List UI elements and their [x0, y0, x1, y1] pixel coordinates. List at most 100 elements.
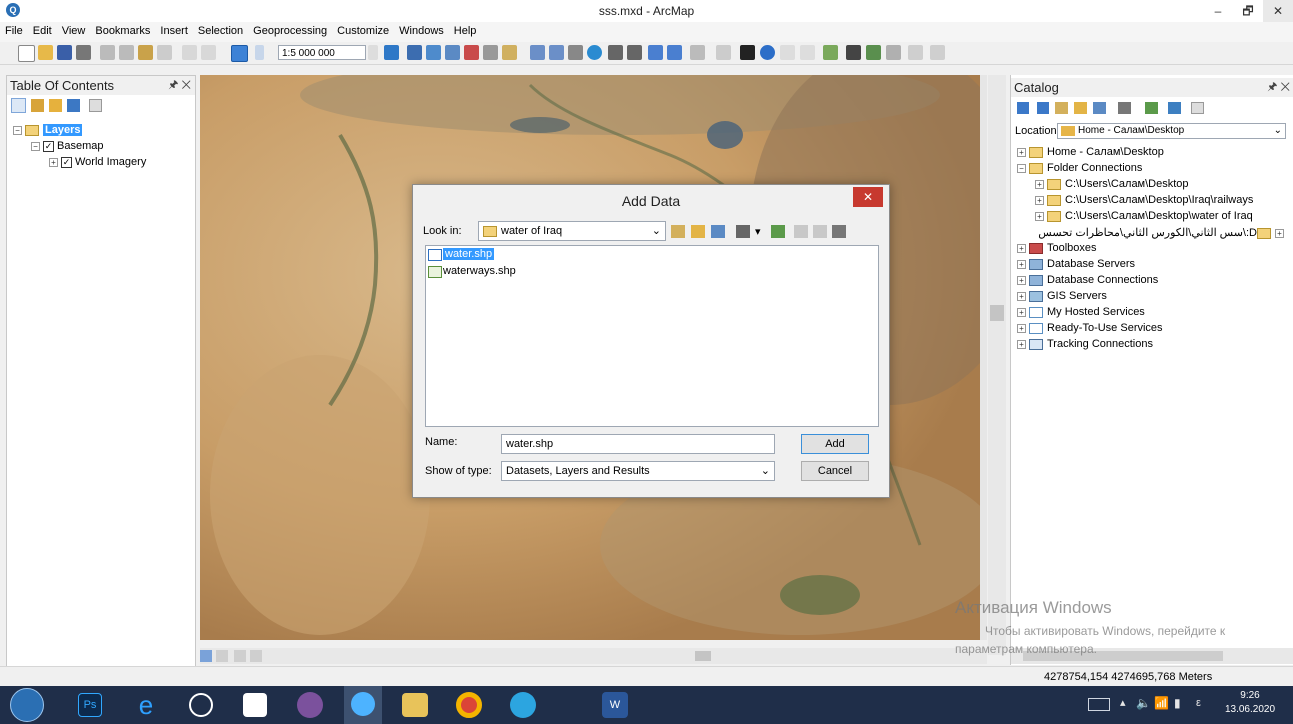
hyperlink-icon[interactable] — [780, 45, 795, 60]
fixed-zoom-in-icon[interactable] — [608, 45, 623, 60]
catalog-item-gis-servers[interactable]: + GIS Servers — [1017, 290, 1107, 302]
clear-selection-icon[interactable] — [716, 45, 731, 60]
list-by-source-icon[interactable] — [31, 99, 44, 112]
battery-icon[interactable]: ▮ — [1174, 696, 1181, 710]
identify-icon[interactable] — [760, 45, 775, 60]
input-language[interactable]: ε — [1196, 697, 1201, 709]
menu-bookmarks[interactable]: Bookmarks — [90, 22, 155, 37]
connect-database-icon[interactable] — [813, 225, 827, 238]
catalog-item-water-of-iraq[interactable]: + C:\Users\Салам\Desktop\water of Iraq — [1035, 210, 1253, 222]
minimize-button[interactable]: – — [1203, 0, 1233, 22]
catalog-item-tracking-connections[interactable]: + Tracking Connections — [1017, 338, 1153, 350]
copy-icon[interactable] — [119, 45, 134, 60]
up-one-level-icon[interactable] — [1055, 102, 1068, 114]
view-dropdown-icon[interactable]: ▾ — [755, 225, 763, 238]
catalog-item-d-drive[interactable]: +D:\سس الثاني\الكورس الثاني\محاظرات تحسس — [1011, 226, 1287, 239]
find-icon[interactable] — [846, 45, 861, 60]
file-list[interactable]: water.shp waterways.shp — [425, 245, 879, 427]
map-scale-input[interactable]: 1:5 000 000 — [278, 45, 366, 60]
map-vertical-scrollbar[interactable] — [980, 75, 987, 640]
options-icon[interactable] — [1191, 102, 1204, 114]
catalog-item-my-hosted-services[interactable]: + My Hosted Services — [1017, 306, 1145, 318]
cancel-button[interactable]: Cancel — [801, 461, 869, 481]
look-in-select[interactable]: water of Iraq ⌄ — [478, 221, 666, 241]
add-gis-server-icon[interactable] — [832, 225, 846, 238]
data-view-icon[interactable] — [200, 650, 212, 662]
view-options-icon[interactable] — [736, 225, 750, 238]
full-extent-icon[interactable] — [587, 45, 602, 60]
list-item[interactable]: waterways.shp — [428, 265, 516, 278]
pause-drawing-icon[interactable] — [250, 650, 262, 662]
menu-geoprocessing[interactable]: Geoprocessing — [248, 22, 332, 37]
catalog-item-ready-to-use-services[interactable]: + Ready-To-Use Services — [1017, 322, 1163, 334]
world-imagery-checkbox[interactable]: ✓ — [61, 156, 72, 168]
connect-to-folder-icon[interactable] — [711, 225, 725, 238]
horizontal-scrollbar-thumb[interactable] — [695, 651, 711, 661]
select-features-icon[interactable] — [690, 45, 705, 60]
world-imagery-node[interactable]: + ✓ World Imagery — [49, 156, 146, 168]
measure-icon[interactable] — [823, 45, 838, 60]
arcmap-taskbar-icon[interactable] — [344, 686, 382, 724]
file-explorer-icon[interactable] — [402, 693, 428, 717]
menu-edit[interactable]: Edit — [28, 22, 57, 37]
forward-extent-icon[interactable] — [667, 45, 682, 60]
list-by-drawing-order-icon[interactable] — [11, 98, 26, 113]
toc-pin-close[interactable]: 🖈 ✕ — [168, 76, 191, 95]
zoom-in-icon[interactable] — [530, 45, 545, 60]
telegram-icon[interactable] — [510, 692, 536, 718]
html-popup-icon[interactable] — [800, 45, 815, 60]
back-extent-icon[interactable] — [648, 45, 663, 60]
scale-dropdown-icon[interactable] — [368, 45, 378, 60]
editor-toolbar-icon[interactable] — [384, 45, 399, 60]
find-route-icon[interactable] — [866, 45, 881, 60]
connect-folder-icon[interactable] — [1093, 102, 1106, 114]
paste-icon[interactable] — [138, 45, 153, 60]
add-data-dropdown-icon[interactable] — [255, 45, 264, 60]
start-button[interactable] — [10, 688, 44, 722]
menu-help[interactable]: Help — [449, 22, 482, 37]
name-input[interactable]: water.shp — [501, 434, 775, 454]
catalog-item-folder-connections[interactable]: − Folder Connections — [1017, 162, 1142, 174]
close-button[interactable]: ✕ — [1263, 0, 1293, 22]
show-of-type-select[interactable]: Datasets, Layers and Results ⌄ — [501, 461, 775, 481]
back-icon[interactable] — [1017, 102, 1029, 114]
list-item[interactable]: water.shp — [428, 248, 495, 261]
catalog-item-database-connections[interactable]: + Database Connections — [1017, 274, 1158, 286]
clock-date[interactable]: 13.06.2020 — [1220, 704, 1280, 715]
catalog-item-toolboxes[interactable]: + Toolboxes — [1017, 242, 1097, 254]
photoshop-icon[interactable]: Ps — [78, 693, 102, 717]
table-of-contents-icon[interactable] — [407, 45, 422, 60]
list-by-selection-icon[interactable] — [67, 99, 80, 112]
menu-view[interactable]: View — [57, 22, 91, 37]
delete-icon[interactable] — [157, 45, 172, 60]
store-icon[interactable] — [243, 693, 267, 717]
toggle-contents-icon[interactable] — [1168, 102, 1181, 114]
media-player-icon[interactable] — [189, 693, 213, 717]
layout-view-icon[interactable] — [216, 650, 228, 662]
internet-explorer-icon[interactable]: e — [133, 692, 159, 718]
views-icon[interactable] — [1118, 102, 1131, 114]
arctoolbox-icon[interactable] — [464, 45, 479, 60]
time-slider-icon[interactable] — [908, 45, 923, 60]
save-icon[interactable] — [57, 45, 72, 60]
catalog-item-database-servers[interactable]: + Database Servers — [1017, 258, 1135, 270]
collapse-icon[interactable]: − — [31, 141, 40, 151]
go-to-xy-icon[interactable] — [886, 45, 901, 60]
menu-selection[interactable]: Selection — [193, 22, 248, 37]
word-icon[interactable]: W — [602, 692, 628, 718]
clock-time[interactable]: 9:26 — [1225, 690, 1275, 701]
chrome-icon[interactable] — [456, 692, 482, 718]
menu-customize[interactable]: Customize — [332, 22, 394, 37]
catalog-item-home[interactable]: + Home - Салам\Desktop — [1017, 146, 1164, 158]
create-viewer-window-icon[interactable] — [930, 45, 945, 60]
network-icon[interactable]: 📶 — [1154, 696, 1169, 710]
map-horizontal-scrollbar[interactable] — [200, 648, 987, 664]
collapse-icon[interactable]: − — [13, 125, 22, 135]
catalog-tree-icon[interactable] — [794, 225, 808, 238]
pan-icon[interactable] — [568, 45, 583, 60]
catalog-item-railways[interactable]: + C:\Users\Салам\Desktop\Iraq\railways — [1035, 194, 1253, 206]
modelbuilder-icon[interactable] — [502, 45, 517, 60]
add-button[interactable]: Add — [801, 434, 869, 454]
catalog-pin-close[interactable]: 🖈 ✕ — [1267, 78, 1290, 97]
forward-icon[interactable] — [1037, 102, 1049, 114]
